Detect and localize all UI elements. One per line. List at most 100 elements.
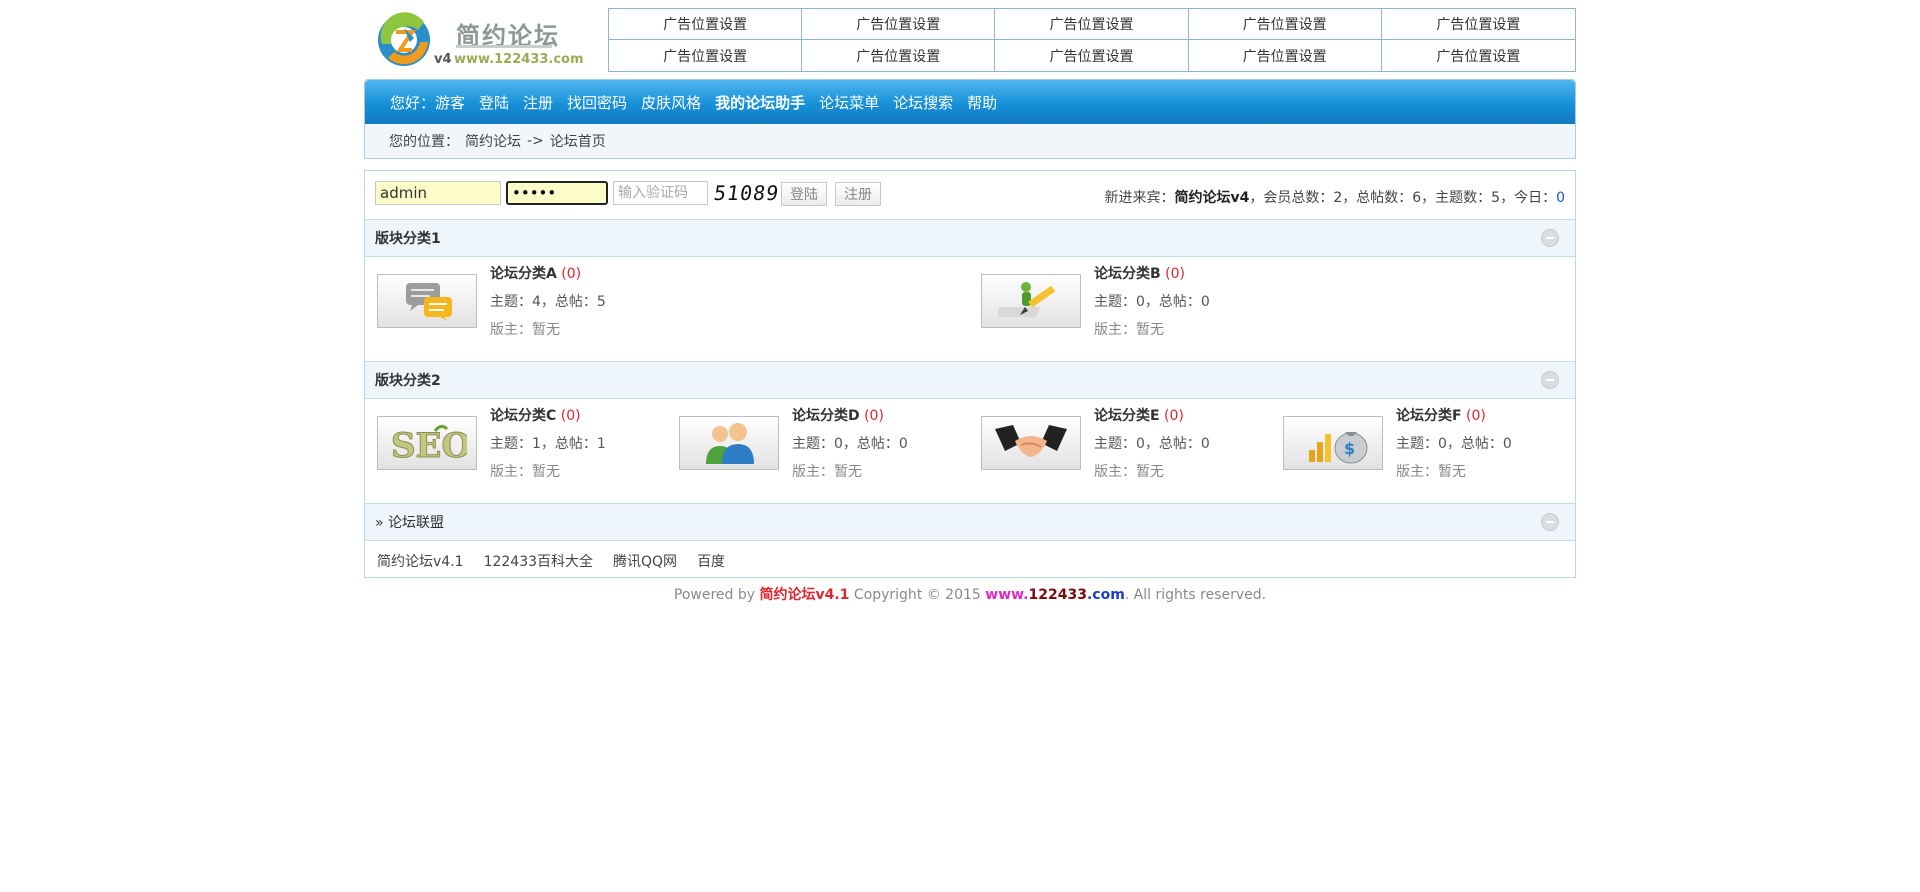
alliance-link[interactable]: 腾讯QQ网 — [613, 551, 677, 571]
forum-info: 论坛分类F (0) 主题：0，总帖：0 版主：暂无 — [1396, 402, 1512, 486]
login-bar: 51089 登陆 注册 新进来宾：简约论坛v4，会员总数：2，总帖数：6，主题数… — [365, 171, 1575, 219]
ad-slot[interactable]: 广告位置设置 — [1188, 9, 1382, 40]
forum-item: 论坛分类D (0) 主题：0，总帖：0 版主：暂无 — [667, 408, 969, 486]
nav-forum-menu[interactable]: 论坛菜单 — [819, 92, 879, 113]
collapse-icon[interactable] — [1541, 513, 1559, 531]
collapse-icon[interactable] — [1541, 371, 1559, 389]
footer-powered: Powered by — [673, 587, 760, 603]
footer-url-com[interactable]: .com — [1087, 587, 1125, 603]
handshake-icon[interactable] — [981, 416, 1081, 470]
forum-info: 论坛分类D (0) 主题：0，总帖：0 版主：暂无 — [792, 402, 908, 486]
login-button[interactable]: 登陆 — [781, 182, 827, 206]
forum-row: 论坛分类A (0) 主题：4，总帖：5 版主：暂无 论坛分类B (0) 主题：0… — [365, 257, 1575, 361]
money-bag-icon[interactable]: $ — [1283, 416, 1383, 470]
section-header-alliance: » 论坛联盟 — [365, 503, 1575, 541]
ad-slot[interactable]: 广告位置设置 — [609, 9, 803, 40]
nav-help[interactable]: 帮助 — [967, 92, 997, 113]
alliance-title[interactable]: » 论坛联盟 — [375, 512, 444, 532]
ad-slot[interactable]: 广告位置设置 — [1189, 40, 1382, 71]
forum-panel: 51089 登陆 注册 新进来宾：简约论坛v4，会员总数：2，总帖数：6，主题数… — [364, 170, 1576, 578]
captcha-input[interactable] — [613, 181, 708, 205]
ad-slot[interactable]: 广告位置设置 — [802, 9, 996, 40]
nav-forum-assistant[interactable]: 我的论坛助手 — [715, 92, 805, 113]
forum-name[interactable]: 论坛分类B — [1094, 266, 1161, 282]
forum-name[interactable]: 论坛分类A — [490, 266, 557, 282]
stats-counts: ，会员总数：2，总帖数：6，主题数：5，今日： — [1249, 190, 1557, 206]
logo-url: www.122433.com — [454, 52, 584, 67]
site-logo[interactable]: 简约论坛 v4 www.122433.com — [374, 8, 584, 70]
forum-today-count: (0) — [1164, 408, 1184, 424]
forum-info: 论坛分类E (0) 主题：0，总帖：0 版主：暂无 — [1094, 402, 1210, 486]
forum-today-count: (0) — [1165, 266, 1185, 282]
nav-login[interactable]: 登陆 — [479, 92, 509, 113]
breadcrumb-current: 论坛首页 — [549, 133, 606, 150]
ad-slot[interactable]: 广告位置设置 — [1381, 9, 1575, 40]
forum-topic-count: 主题：0，总帖：0 — [1396, 436, 1512, 452]
nav-register[interactable]: 注册 — [523, 92, 553, 113]
chat-bubbles-icon[interactable] — [377, 274, 477, 328]
logo-version: v4 — [434, 52, 452, 67]
forum-moderator: 版主：暂无 — [490, 322, 560, 338]
alliance-link[interactable]: 简约论坛v4.1 — [377, 551, 464, 571]
username-input[interactable] — [375, 181, 501, 205]
captcha-image[interactable]: 51089 — [712, 181, 781, 205]
alliance-link[interactable]: 122433百科大全 — [484, 551, 593, 571]
forum-moderator: 版主：暂无 — [792, 464, 862, 480]
section-title[interactable]: 版块分类2 — [375, 370, 441, 390]
alliance-link[interactable]: 百度 — [697, 551, 725, 571]
section-header: 版块分类1 — [365, 219, 1575, 257]
forum-today-count: (0) — [864, 408, 884, 424]
page-wrapper: 简约论坛 v4 www.122433.com 广告位置设置 广告位置设置 广告位… — [364, 0, 1576, 603]
ad-slot[interactable]: 广告位置设置 — [1382, 40, 1575, 71]
forum-topic-count: 主题：0，总帖：0 — [1094, 436, 1210, 452]
register-button[interactable]: 注册 — [835, 182, 881, 206]
pencil-person-icon[interactable] — [981, 274, 1081, 328]
footer-brand-link[interactable]: 简约论坛v4.1 — [759, 587, 849, 603]
section-title[interactable]: 版块分类1 — [375, 228, 441, 248]
ad-slot[interactable]: 广告位置设置 — [995, 9, 1189, 40]
forum-name[interactable]: 论坛分类F — [1396, 408, 1462, 424]
forum-today-count: (0) — [561, 266, 582, 282]
stats-newest-label: 新进来宾： — [1104, 190, 1175, 206]
users-icon[interactable] — [679, 416, 779, 470]
section-header: 版块分类2 — [365, 361, 1575, 399]
ad-slot[interactable]: 广告位置设置 — [609, 40, 803, 71]
ad-slot[interactable]: 广告位置设置 — [995, 40, 1189, 71]
nav-forum-search[interactable]: 论坛搜索 — [893, 92, 953, 113]
nav-box: 您好：游客 登陆 注册 找回密码 皮肤风格 我的论坛助手 论坛菜单 论坛搜索 帮… — [364, 79, 1576, 159]
forum-topic-count: 主题：4，总帖：5 — [490, 294, 606, 310]
footer-rights: . All rights reserved. — [1124, 587, 1267, 603]
forum-info: 论坛分类B (0) 主题：0，总帖：0 版主：暂无 — [1094, 260, 1210, 344]
forum-item: SEO 论坛分类C (0) 主题：1，总帖：1 版主：暂无 — [365, 408, 667, 486]
svg-text:SEO: SEO — [391, 426, 467, 465]
breadcrumb: 您的位置： 简约论坛 -> 论坛首页 — [365, 124, 1575, 157]
collapse-icon[interactable] — [1541, 229, 1559, 247]
nav-skin-style[interactable]: 皮肤风格 — [641, 92, 701, 113]
forum-item: 论坛分类E (0) 主题：0，总帖：0 版主：暂无 — [969, 408, 1271, 486]
forum-topic-count: 主题：0，总帖：0 — [1094, 294, 1210, 310]
alliance-links: 简约论坛v4.1 122433百科大全 腾讯QQ网 百度 — [365, 541, 1575, 581]
breadcrumb-home[interactable]: 简约论坛 — [465, 131, 521, 151]
forum-topic-count: 主题：1，总帖：1 — [490, 436, 606, 452]
forum-moderator: 版主：暂无 — [1094, 464, 1164, 480]
nav-recover-password[interactable]: 找回密码 — [567, 92, 627, 113]
ad-slot[interactable]: 广告位置设置 — [802, 40, 996, 71]
svg-text:$: $ — [1344, 439, 1355, 458]
nav-greeting[interactable]: 您好：游客 — [390, 92, 465, 113]
footer-url-number[interactable]: 122433 — [1029, 587, 1087, 603]
logo-underline — [456, 45, 552, 48]
forum-name[interactable]: 论坛分类C — [490, 408, 556, 424]
forum-moderator: 版主：暂无 — [1094, 322, 1164, 338]
forum-name[interactable]: 论坛分类D — [792, 408, 860, 424]
footer: Powered by 简约论坛v4.1 Copyright © 2015 www… — [364, 584, 1576, 604]
seo-icon[interactable]: SEO — [377, 416, 477, 470]
forum-stats: 新进来宾：简约论坛v4，会员总数：2，总帖数：6，主题数：5，今日：0 — [1104, 187, 1565, 207]
header: 简约论坛 v4 www.122433.com 广告位置设置 广告位置设置 广告位… — [364, 0, 1576, 77]
forum-topic-count: 主题：0，总帖：0 — [792, 436, 908, 452]
stats-newest-name[interactable]: 简约论坛v4 — [1174, 190, 1249, 206]
ad-grid: 广告位置设置 广告位置设置 广告位置设置 广告位置设置 广告位置设置 广告位置设… — [608, 8, 1576, 72]
footer-url-www[interactable]: www. — [985, 587, 1028, 603]
password-input[interactable] — [506, 181, 608, 205]
breadcrumb-separator: -> — [527, 132, 544, 149]
forum-name[interactable]: 论坛分类E — [1094, 408, 1160, 424]
